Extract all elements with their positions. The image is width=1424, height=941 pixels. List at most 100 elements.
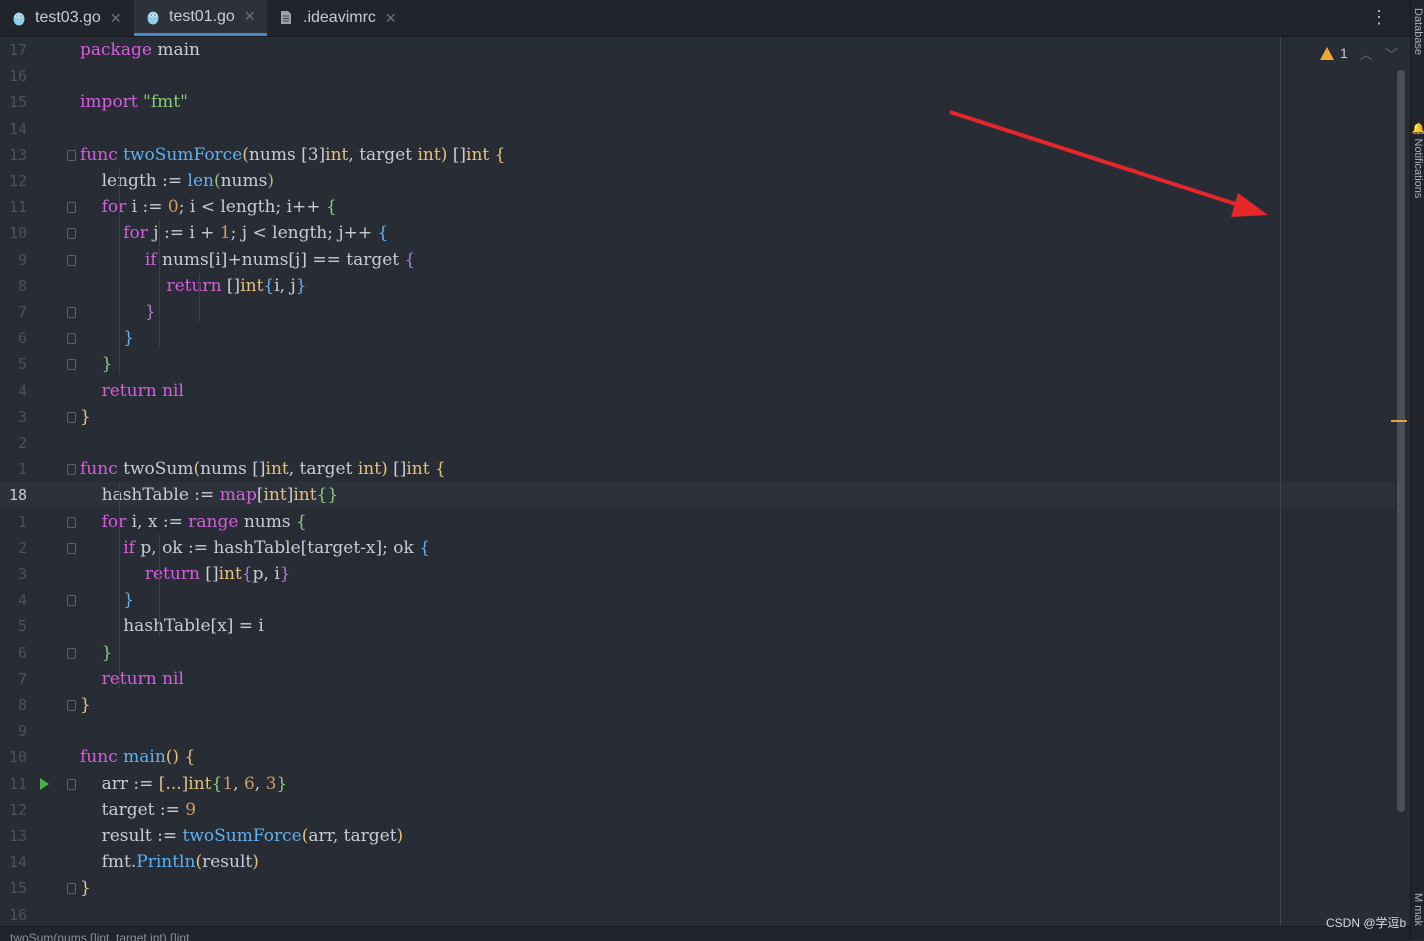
code-line[interactable]: 1 for i, x := range nums { <box>0 509 1395 535</box>
line-number[interactable]: 15 <box>0 875 27 901</box>
fold-icon[interactable] <box>67 411 76 423</box>
vertical-scrollbar[interactable] <box>1397 70 1405 812</box>
code-line[interactable]: 3} <box>0 404 1395 430</box>
line-number[interactable]: 4 <box>0 587 27 613</box>
fold-icon[interactable] <box>67 516 76 528</box>
line-number[interactable]: 1 <box>0 456 27 482</box>
code-line[interactable]: 12 target := 9 <box>0 797 1395 823</box>
line-number[interactable]: 7 <box>0 299 27 325</box>
line-number[interactable]: 13 <box>0 823 27 849</box>
line-number[interactable]: 18 <box>0 482 27 508</box>
line-number[interactable]: 6 <box>0 640 27 666</box>
fold-icon[interactable] <box>67 464 76 476</box>
code-line[interactable]: 6 } <box>0 640 1395 666</box>
code-line[interactable]: 15 import "fmt" <box>0 89 1395 115</box>
chevron-up-icon[interactable]: ︿ <box>1360 44 1373 63</box>
code-line[interactable]: 14 fmt.Println(result) <box>0 849 1395 875</box>
fold-icon[interactable] <box>67 883 76 895</box>
fold-icon[interactable] <box>67 149 76 161</box>
code-line[interactable]: 16 <box>0 902 1395 928</box>
code-line[interactable]: 15} <box>0 875 1395 901</box>
code-line[interactable]: 10 for j := i + 1; j < length; j++ { <box>0 220 1395 246</box>
code-line[interactable]: 11 arr := [...]int{1, 6, 3} <box>0 771 1395 797</box>
fold-icon[interactable] <box>67 700 76 711</box>
code-line[interactable]: 2 <box>0 430 1395 456</box>
fold-icon[interactable] <box>67 647 76 659</box>
code-line[interactable]: 12 length := len(nums) <box>0 168 1395 194</box>
fold-icon[interactable] <box>67 595 76 607</box>
line-number[interactable]: 9 <box>0 247 27 273</box>
line-number[interactable]: 7 <box>0 666 27 692</box>
line-number[interactable]: 16 <box>0 902 27 928</box>
close-icon[interactable]: ✕ <box>110 10 122 27</box>
line-number[interactable]: 10 <box>0 744 27 770</box>
line-number[interactable]: 3 <box>0 404 27 430</box>
tab-test03-go[interactable]: test03.go ✕ <box>0 0 133 36</box>
code-line[interactable]: 5 hashTable[x] = i <box>0 613 1395 639</box>
line-number[interactable]: 1 <box>0 509 27 535</box>
code-line[interactable]: 8 return []int{i, j} <box>0 273 1395 299</box>
line-number[interactable]: 11 <box>0 771 27 797</box>
fold-icon[interactable] <box>67 542 76 554</box>
fold-icon[interactable] <box>67 254 76 266</box>
warning-stripe-marker[interactable] <box>1391 420 1407 422</box>
close-icon[interactable]: ✕ <box>244 8 256 25</box>
fold-icon[interactable] <box>67 307 76 318</box>
line-number[interactable]: 2 <box>0 535 27 561</box>
code-line[interactable]: 14 <box>0 116 1395 142</box>
line-number[interactable]: 11 <box>0 194 27 220</box>
code-line[interactable]: 5 } <box>0 351 1395 377</box>
line-number[interactable]: 9 <box>0 718 27 744</box>
code-line[interactable]: 7 return nil <box>0 666 1395 692</box>
code-line[interactable]: 8} <box>0 692 1395 718</box>
code-line[interactable]: 4 } <box>0 587 1395 613</box>
line-number[interactable]: 2 <box>0 430 27 456</box>
line-number[interactable]: 14 <box>0 849 27 875</box>
code-line[interactable]: 1 func twoSum(nums []int, target int) []i… <box>0 456 1395 482</box>
code-line[interactable]: 11 for i := 0; i < length; i++ { <box>0 194 1395 220</box>
database-tool-button[interactable]: Database <box>1411 8 1424 55</box>
code-line[interactable]: 18 hashTable := map[int]int{} <box>0 482 1395 509</box>
fold-icon[interactable] <box>67 778 76 790</box>
close-icon[interactable]: ✕ <box>385 10 397 27</box>
line-number[interactable]: 17 <box>0 37 27 63</box>
line-number[interactable]: 4 <box>0 378 27 404</box>
line-number[interactable]: 12 <box>0 168 27 194</box>
line-number[interactable]: 3 <box>0 561 27 587</box>
code-line[interactable]: 4 return nil <box>0 378 1395 404</box>
code-line[interactable]: 13 result := twoSumForce(arr, target) <box>0 823 1395 849</box>
chevron-down-icon[interactable]: ﹀ <box>1385 44 1398 63</box>
fold-icon[interactable] <box>67 359 76 371</box>
code-line[interactable]: 17 package main <box>0 37 1395 63</box>
notifications-tool-button[interactable]: 🔔 Notifications <box>1411 122 1424 198</box>
fold-icon[interactable] <box>67 333 76 345</box>
line-number[interactable]: 13 <box>0 142 27 168</box>
line-number[interactable]: 5 <box>0 613 27 639</box>
fold-icon[interactable] <box>67 228 76 240</box>
tab-ideavimrc[interactable]: .ideavimrc ✕ <box>268 0 404 36</box>
code-line[interactable]: 13 func twoSumForce(nums [3]int, target i… <box>0 142 1395 168</box>
line-number[interactable]: 8 <box>0 692 27 718</box>
line-number[interactable]: 5 <box>0 351 27 377</box>
run-icon[interactable] <box>40 777 49 790</box>
line-number[interactable]: 14 <box>0 116 27 142</box>
more-options-icon[interactable]: ⋮ <box>1370 8 1388 26</box>
tab-test01-go[interactable]: test01.go ✕ <box>134 0 267 36</box>
code-line[interactable]: 9 if nums[i]+nums[j] == target { <box>0 247 1395 273</box>
code-line[interactable]: 9 <box>0 718 1395 744</box>
code-line[interactable]: 7 } <box>0 299 1395 325</box>
line-number[interactable]: 12 <box>0 797 27 823</box>
code-line[interactable]: 10 func main() { <box>0 744 1395 770</box>
line-number[interactable]: 8 <box>0 273 27 299</box>
line-number[interactable]: 15 <box>0 89 27 115</box>
code-line[interactable]: 2 if p, ok := hashTable[target-x]; ok { <box>0 535 1395 561</box>
line-number[interactable]: 10 <box>0 220 27 246</box>
code-line[interactable]: 3 return []int{p, i} <box>0 561 1395 587</box>
line-number[interactable]: 6 <box>0 325 27 351</box>
line-number[interactable]: 16 <box>0 63 27 89</box>
fold-icon[interactable] <box>67 202 76 214</box>
code-line[interactable]: 6 } <box>0 325 1395 351</box>
inspection-widget[interactable]: 1 ︿ ﹀ <box>1320 44 1398 62</box>
bottom-tool-button[interactable]: M mak <box>1411 893 1424 926</box>
code-line[interactable]: 16 <box>0 63 1395 89</box>
